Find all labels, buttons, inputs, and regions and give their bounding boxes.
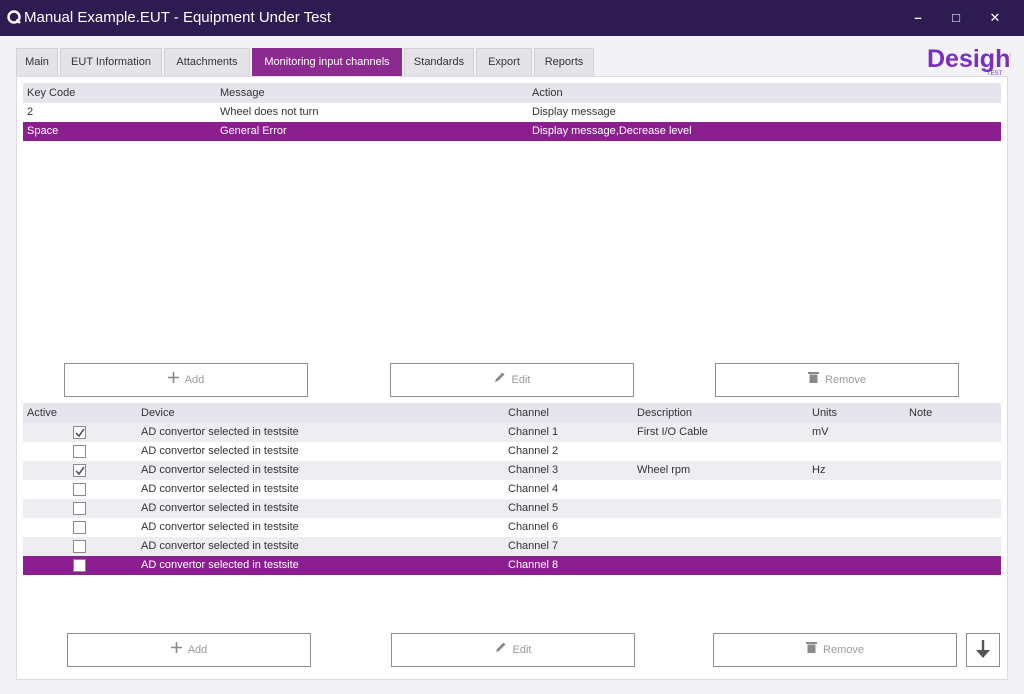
window-client: Main EUT Information Attachments Monitoring… bbox=[3, 36, 1021, 691]
edit-key-button[interactable]: Edit bbox=[390, 363, 634, 397]
cell-device: AD convertor selected in testsite bbox=[141, 521, 299, 533]
cell-channel: Channel 6 bbox=[508, 521, 559, 533]
channels-header: Active Device Channel Description Units Note bbox=[23, 403, 1001, 423]
trash-icon bbox=[808, 364, 820, 396]
key-codes-header: Key Code Message Action bbox=[23, 83, 1001, 103]
cell-device: AD convertor selected in testsite bbox=[141, 502, 299, 514]
add-key-label: Add bbox=[184, 374, 205, 387]
key-code-row[interactable]: 2 Wheel does not turn Display message bbox=[23, 103, 1001, 122]
channel-row[interactable]: AD convertor selected in testsite Channel… bbox=[23, 537, 1001, 556]
cell-description: First I/O Cable bbox=[637, 426, 708, 438]
column-header[interactable]: Action bbox=[532, 83, 563, 103]
column-header[interactable]: Key Code bbox=[27, 83, 75, 103]
cell-units: Hz bbox=[812, 464, 826, 476]
arrow-down-icon bbox=[975, 640, 991, 663]
cell-channel: Channel 3 bbox=[508, 464, 559, 476]
pencil-icon bbox=[495, 634, 507, 666]
tab-bar: Main EUT Information Attachments Monitoring… bbox=[16, 48, 1006, 76]
checkmark-icon bbox=[75, 466, 85, 476]
cell-units: mV bbox=[812, 426, 829, 438]
active-checkbox[interactable] bbox=[73, 502, 86, 515]
channel-row[interactable]: AD convertor selected in testsite Channel… bbox=[23, 480, 1001, 499]
cell-channel: Channel 2 bbox=[508, 445, 559, 457]
cell-description: Wheel rpm bbox=[637, 464, 691, 476]
cell-channel: Channel 7 bbox=[508, 540, 559, 552]
add-key-button[interactable]: Add bbox=[64, 363, 308, 397]
key-codes-table: Key Code Message Action 2 Wheel does not tur… bbox=[23, 83, 1001, 141]
cell-message: General Error bbox=[220, 125, 287, 137]
remove-key-button[interactable]: Remove bbox=[715, 363, 959, 397]
remove-channel-button[interactable]: Remove bbox=[713, 633, 957, 667]
column-header[interactable]: Description bbox=[637, 403, 692, 423]
plus-icon bbox=[170, 634, 182, 666]
active-checkbox[interactable] bbox=[73, 464, 86, 477]
active-checkbox[interactable] bbox=[73, 559, 86, 572]
desight-logo: Desight TEST bbox=[925, 37, 1019, 79]
cell-channel: Channel 5 bbox=[508, 502, 559, 514]
cell-device: AD convertor selected in testsite bbox=[141, 445, 299, 457]
tab-export[interactable]: Export bbox=[476, 48, 532, 76]
close-button[interactable]: ✕ bbox=[981, 6, 1009, 30]
trash-icon bbox=[806, 634, 818, 666]
cell-message: Wheel does not turn bbox=[220, 106, 319, 118]
cell-device: AD convertor selected in testsite bbox=[141, 540, 299, 552]
key-code-row[interactable]: Space General Error Display message,Decrea… bbox=[23, 122, 1001, 141]
window-title: Manual Example.EUT - Equipment Under Tes… bbox=[24, 9, 332, 26]
cell-channel: Channel 1 bbox=[508, 426, 559, 438]
channel-row[interactable]: AD convertor selected in testsite Channel… bbox=[23, 461, 1001, 480]
cell-action: Display message bbox=[532, 106, 616, 118]
logo-text: Desight bbox=[927, 45, 1011, 73]
monitoring-panel: Key Code Message Action 2 Wheel does not tur… bbox=[16, 76, 1008, 680]
cell-device: AD convertor selected in testsite bbox=[141, 483, 299, 495]
cell-channel: Channel 4 bbox=[508, 483, 559, 495]
cell-device: AD convertor selected in testsite bbox=[141, 464, 299, 476]
edit-key-label: Edit bbox=[511, 374, 531, 387]
cell-device: AD convertor selected in testsite bbox=[141, 559, 299, 571]
cell-action: Display message,Decrease level bbox=[532, 125, 692, 137]
active-checkbox[interactable] bbox=[73, 483, 86, 496]
channel-row[interactable]: AD convertor selected in testsite Channel… bbox=[23, 423, 1001, 442]
remove-key-label: Remove bbox=[825, 374, 866, 387]
maximize-button[interactable]: □ bbox=[942, 6, 970, 30]
plus-icon bbox=[167, 364, 179, 396]
column-header[interactable]: Message bbox=[220, 83, 265, 103]
active-checkbox[interactable] bbox=[73, 426, 86, 439]
channel-row[interactable]: AD convertor selected in testsite Channel… bbox=[23, 556, 1001, 575]
cell-key-code: 2 bbox=[27, 106, 34, 118]
app-icon bbox=[6, 9, 22, 25]
channels-table: Active Device Channel Description Units Note A… bbox=[23, 403, 1001, 575]
minimize-button[interactable]: – bbox=[904, 6, 932, 30]
channel-row[interactable]: AD convertor selected in testsite Channel… bbox=[23, 442, 1001, 461]
tab-standards[interactable]: Standards bbox=[404, 48, 474, 76]
add-channel-label: Add bbox=[187, 644, 208, 657]
title-bar: Manual Example.EUT - Equipment Under Tes… bbox=[0, 0, 1024, 36]
active-checkbox[interactable] bbox=[73, 540, 86, 553]
add-channel-button[interactable]: Add bbox=[67, 633, 311, 667]
move-down-button[interactable] bbox=[966, 633, 1000, 667]
edit-channel-button[interactable]: Edit bbox=[391, 633, 635, 667]
column-header[interactable]: Device bbox=[141, 403, 175, 423]
column-header[interactable]: Note bbox=[909, 403, 932, 423]
cell-channel: Channel 8 bbox=[508, 559, 559, 571]
tab-eut-information[interactable]: EUT Information bbox=[60, 48, 162, 76]
column-header[interactable]: Channel bbox=[508, 403, 549, 423]
pencil-icon bbox=[494, 364, 506, 396]
edit-channel-label: Edit bbox=[512, 644, 532, 657]
column-header[interactable]: Units bbox=[812, 403, 837, 423]
column-header[interactable]: Active bbox=[27, 403, 57, 423]
checkmark-icon bbox=[75, 428, 85, 438]
channel-row[interactable]: AD convertor selected in testsite Channel… bbox=[23, 518, 1001, 537]
tab-monitoring-input-channels[interactable]: Monitoring input channels bbox=[252, 48, 402, 76]
active-checkbox[interactable] bbox=[73, 445, 86, 458]
tab-attachments[interactable]: Attachments bbox=[164, 48, 250, 76]
cell-key-code: Space bbox=[27, 125, 59, 137]
tab-main[interactable]: Main bbox=[16, 48, 58, 76]
cell-device: AD convertor selected in testsite bbox=[141, 426, 299, 438]
channel-row[interactable]: AD convertor selected in testsite Channel… bbox=[23, 499, 1001, 518]
tab-reports[interactable]: Reports bbox=[534, 48, 594, 76]
active-checkbox[interactable] bbox=[73, 521, 86, 534]
remove-channel-label: Remove bbox=[823, 644, 864, 657]
